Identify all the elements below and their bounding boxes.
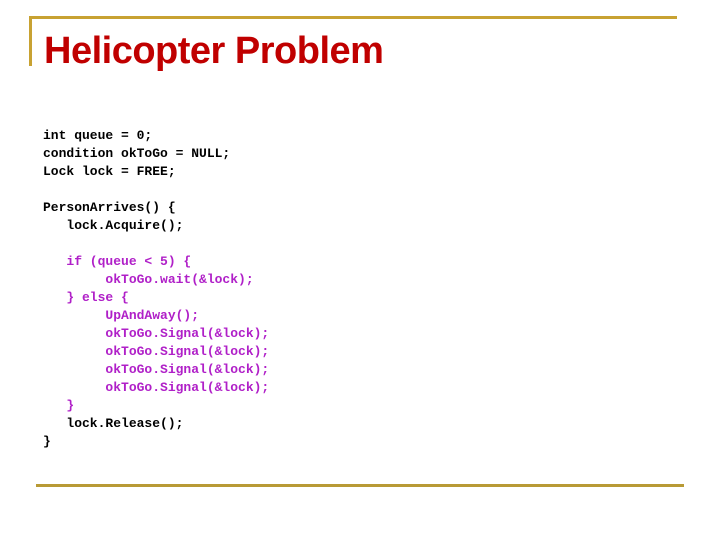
footer-rule	[36, 484, 684, 487]
code-line: condition okToGo = NULL;	[43, 146, 231, 161]
code-line-highlighted: okToGo.Signal(&lock);	[43, 380, 270, 395]
title-top-rule	[29, 16, 677, 19]
code-line: PersonArrives() {	[43, 200, 176, 215]
code-line: lock.Acquire();	[43, 218, 184, 233]
code-line-highlighted: okToGo.Signal(&lock);	[43, 362, 270, 377]
code-line-highlighted: okToGo.Signal(&lock);	[43, 326, 270, 341]
code-line-highlighted: okToGo.wait(&lock);	[43, 272, 254, 287]
code-line-highlighted: UpAndAway();	[43, 308, 200, 323]
code-block: int queue = 0; condition okToGo = NULL; Lo…	[43, 127, 269, 451]
slide-title: Helicopter Problem	[44, 30, 384, 72]
code-line: int queue = 0;	[43, 128, 153, 143]
code-line: lock.Release();	[43, 416, 184, 431]
title-left-rule	[29, 16, 32, 66]
code-line-highlighted: okToGo.Signal(&lock);	[43, 344, 270, 359]
code-line-highlighted: }	[43, 398, 75, 413]
code-line-highlighted: } else {	[43, 290, 129, 305]
code-line-highlighted: if (queue < 5) {	[43, 254, 192, 269]
code-line: Lock lock = FREE;	[43, 164, 176, 179]
code-line: }	[43, 434, 51, 449]
